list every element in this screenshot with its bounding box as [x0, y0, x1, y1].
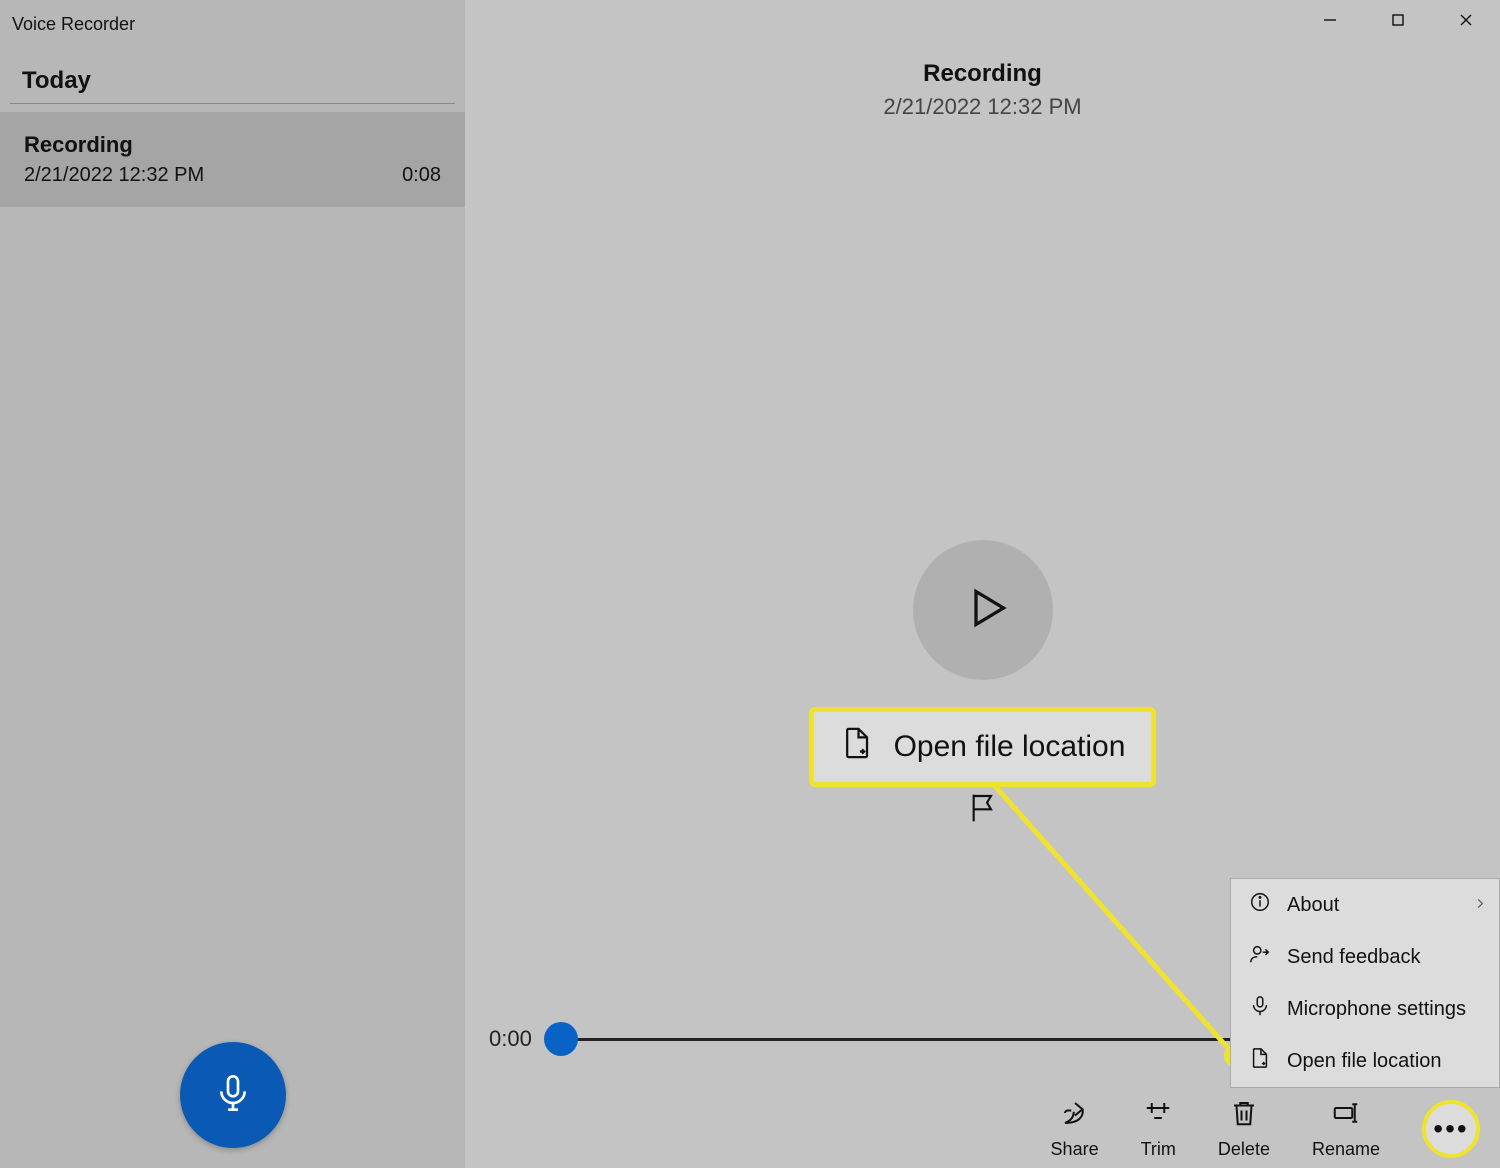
seek-thumb[interactable]	[544, 1022, 578, 1056]
close-button[interactable]	[1432, 0, 1500, 44]
callout-label: Open file location	[894, 730, 1126, 764]
chevron-right-icon	[1473, 894, 1487, 917]
app-title: Voice Recorder	[0, 0, 465, 49]
sidebar: Voice Recorder Today Recording 2/21/2022…	[0, 0, 465, 1168]
menu-item-send-feedback[interactable]: Send feedback	[1231, 931, 1499, 983]
menu-label: Microphone settings	[1287, 998, 1466, 1021]
more-button[interactable]: •••	[1422, 1100, 1480, 1158]
share-icon	[1060, 1098, 1090, 1133]
record-button[interactable]	[180, 1042, 286, 1148]
more-menu: About Send feedback Microphone settings …	[1230, 878, 1500, 1088]
recording-title: Recording	[24, 132, 441, 158]
recording-duration: 0:08	[402, 164, 441, 187]
flag-icon	[967, 811, 999, 828]
maximize-button[interactable]	[1364, 0, 1432, 44]
close-icon	[1459, 13, 1473, 32]
file-location-icon	[840, 726, 874, 768]
share-button[interactable]: Share	[1051, 1098, 1099, 1160]
menu-item-open-file-location[interactable]: Open file location	[1231, 1035, 1499, 1087]
play-icon	[957, 586, 1009, 635]
menu-label: Send feedback	[1287, 946, 1420, 969]
more-icon: •••	[1433, 1115, 1468, 1143]
file-location-icon	[1249, 1047, 1271, 1075]
maximize-icon	[1391, 13, 1405, 32]
recording-datetime: 2/21/2022 12:32 PM	[24, 164, 204, 187]
minimize-button[interactable]	[1296, 0, 1364, 44]
current-time-label: 0:00	[489, 1026, 532, 1052]
menu-item-about[interactable]: About	[1231, 879, 1499, 931]
main-panel: Recording 2/21/2022 12:32 PM Open file l…	[465, 0, 1500, 1168]
microphone-icon	[1249, 995, 1271, 1023]
bottom-toolbar: Share Trim Delete Rename •••	[1051, 1098, 1480, 1160]
page-title: Recording	[465, 60, 1500, 88]
window-controls	[1296, 0, 1500, 44]
rename-button[interactable]: Rename	[1312, 1098, 1380, 1160]
feedback-icon	[1249, 943, 1271, 971]
menu-label: About	[1287, 894, 1339, 917]
tool-label: Trim	[1141, 1139, 1176, 1160]
callout-open-file-location: Open file location	[809, 707, 1157, 787]
delete-button[interactable]: Delete	[1218, 1098, 1270, 1160]
menu-label: Open file location	[1287, 1050, 1442, 1073]
tool-label: Rename	[1312, 1139, 1380, 1160]
recording-list-item[interactable]: Recording 2/21/2022 12:32 PM 0:08	[0, 112, 465, 207]
trim-icon	[1143, 1098, 1173, 1133]
microphone-icon	[213, 1073, 253, 1118]
add-marker-button[interactable]	[967, 792, 999, 829]
minimize-icon	[1323, 13, 1337, 32]
tool-label: Delete	[1218, 1139, 1270, 1160]
trash-icon	[1229, 1098, 1259, 1133]
page-subtitle: 2/21/2022 12:32 PM	[465, 94, 1500, 120]
section-header-today: Today	[10, 49, 455, 104]
info-icon	[1249, 891, 1271, 919]
menu-item-microphone-settings[interactable]: Microphone settings	[1231, 983, 1499, 1035]
play-button[interactable]	[913, 540, 1053, 680]
tool-label: Share	[1051, 1139, 1099, 1160]
rename-icon	[1331, 1098, 1361, 1133]
trim-button[interactable]: Trim	[1141, 1098, 1176, 1160]
